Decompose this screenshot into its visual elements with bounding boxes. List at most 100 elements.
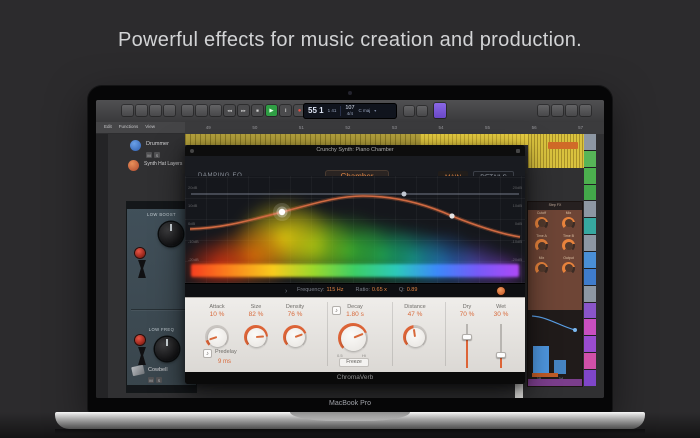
mute-button[interactable]: M: [146, 152, 152, 158]
lcd-display[interactable]: 55 1 1 41 107 4/4 C maj ▾: [303, 103, 397, 119]
freeze-button[interactable]: Freeze: [339, 358, 369, 367]
library-icon[interactable]: [122, 105, 133, 116]
track-color-block[interactable]: [584, 185, 596, 201]
track-color-block[interactable]: [584, 151, 596, 167]
ruler-number[interactable]: 55: [485, 126, 490, 131]
eq-in-button-top[interactable]: [135, 248, 145, 258]
plugin-titlebar[interactable]: Crunchy Synth: Piano Chamber: [185, 145, 525, 156]
eq-toggle-switch-top[interactable]: [135, 260, 149, 278]
step-bar[interactable]: [554, 360, 566, 374]
ruler-number[interactable]: 57: [578, 126, 583, 131]
help-icon[interactable]: [566, 105, 577, 116]
track-color-block[interactable]: [584, 370, 596, 386]
decay-knob[interactable]: [338, 323, 368, 353]
track-color-block[interactable]: [584, 218, 596, 234]
fx-knob[interactable]: [535, 239, 548, 252]
density-knob[interactable]: [283, 325, 307, 349]
track-color-block[interactable]: [584, 235, 596, 251]
forward-button[interactable]: ▸▸: [238, 105, 249, 116]
step-fx-knobs: CutoffMixTime ATime BMixOutput: [528, 212, 582, 275]
ruler-number[interactable]: 51: [299, 126, 304, 131]
axis-label: 20dB: [513, 186, 522, 190]
fx-knob[interactable]: [562, 239, 575, 252]
track-name-synth[interactable]: Synth Hat Layers: [144, 162, 182, 167]
track-color-block[interactable]: [584, 286, 596, 302]
track-color-block[interactable]: [584, 336, 596, 352]
status-label: Frequency:: [297, 288, 325, 294]
damping-eq-graph[interactable]: 20dB10dB0dB-10dB-20dB 20dB10dB0dB-10dB-2…: [185, 176, 525, 283]
track-color-block[interactable]: [584, 134, 596, 150]
settings-icon[interactable]: [552, 105, 563, 116]
ruler-number[interactable]: 50: [252, 126, 257, 131]
synth-track-icon: [128, 160, 139, 171]
list-editors-icon[interactable]: [210, 105, 221, 116]
track-color-block[interactable]: [584, 201, 596, 217]
dry-slider[interactable]: [461, 324, 473, 368]
rewind-button[interactable]: ◂◂: [224, 105, 235, 116]
track-color-block[interactable]: [584, 319, 596, 335]
track-color-block[interactable]: [584, 168, 596, 184]
solo-button[interactable]: S: [156, 377, 162, 383]
marketing-page: Powerful effects for music creation and …: [0, 0, 700, 438]
fx-knob[interactable]: [562, 217, 575, 230]
metronome-icon[interactable]: [417, 106, 427, 116]
ruler-number[interactable]: 49: [206, 126, 211, 131]
region-olive[interactable]: [185, 134, 420, 145]
attack-knob[interactable]: [205, 325, 229, 349]
item: Q:0.89: [399, 288, 418, 294]
region-yellow-right[interactable]: [528, 134, 584, 168]
low-boost-knob[interactable]: [159, 222, 183, 246]
fx-knob[interactable]: [562, 262, 575, 275]
track-color-block[interactable]: [584, 269, 596, 285]
share-icon[interactable]: [538, 105, 549, 116]
ruler-number[interactable]: 56: [532, 126, 537, 131]
pause-button[interactable]: ‖: [280, 105, 291, 116]
mixer-icon[interactable]: [150, 105, 161, 116]
lcd-caret-icon[interactable]: ▾: [374, 109, 376, 113]
fx-knob[interactable]: [535, 217, 548, 230]
smart-controls-icon[interactable]: [182, 105, 193, 116]
chevron-icon[interactable]: ›: [285, 288, 287, 295]
toolbox-icon[interactable]: [196, 105, 207, 116]
webcam-icon: [348, 91, 352, 95]
eq-toggle-switch-bottom[interactable]: [135, 347, 149, 365]
solo-button[interactable]: S: [154, 152, 160, 158]
ruler-number[interactable]: 54: [439, 126, 444, 131]
track-name-drummer[interactable]: Drummer: [146, 142, 169, 148]
menu-edit[interactable]: Edit: [104, 125, 112, 130]
track-color-block[interactable]: [584, 353, 596, 369]
stop-button[interactable]: ■: [252, 105, 263, 116]
wet-slider[interactable]: [495, 324, 507, 368]
fx-knob-label: Output: [563, 257, 574, 261]
eq-status-bar: › Frequency:115 HzRatio:0.65 xQ:0.89: [185, 283, 525, 298]
inspector-icon[interactable]: [136, 105, 147, 116]
track-color-block[interactable]: [584, 252, 596, 268]
close-icon[interactable]: [190, 149, 194, 153]
toolbar-left-icons-2: [182, 105, 221, 116]
count-in-icon[interactable]: [404, 106, 414, 116]
apple-loops-icon[interactable]: [434, 103, 446, 118]
step-bar[interactable]: [533, 346, 549, 374]
eq-in-button-bottom[interactable]: [135, 335, 145, 345]
step-fx-title: Step FX: [528, 202, 582, 210]
distance-knob[interactable]: [403, 325, 427, 349]
decay-value: 1.80 s: [335, 312, 375, 319]
region-yellow[interactable]: [420, 134, 528, 145]
ruler-number[interactable]: 53: [392, 126, 397, 131]
play-button[interactable]: ▶: [266, 105, 277, 116]
track-name-cowbell[interactable]: Cowbell: [148, 368, 168, 374]
ruler-number[interactable]: 52: [345, 126, 350, 131]
search-icon[interactable]: [580, 105, 591, 116]
status-value: 0.89: [407, 288, 418, 294]
mute-button[interactable]: M: [148, 377, 154, 383]
track-color-block[interactable]: [584, 303, 596, 319]
power-icon[interactable]: [497, 287, 505, 295]
fx-knob[interactable]: [535, 262, 548, 275]
size-knob[interactable]: [244, 325, 268, 349]
plugin-header: DAMPING EQ Chamber MAINDETAILS: [185, 156, 525, 177]
low-freq-knob[interactable]: [155, 337, 179, 361]
editors-icon[interactable]: [164, 105, 175, 116]
link-icon[interactable]: [516, 149, 520, 153]
menu-view[interactable]: View: [145, 125, 155, 130]
menu-functions[interactable]: Functions: [119, 125, 139, 130]
